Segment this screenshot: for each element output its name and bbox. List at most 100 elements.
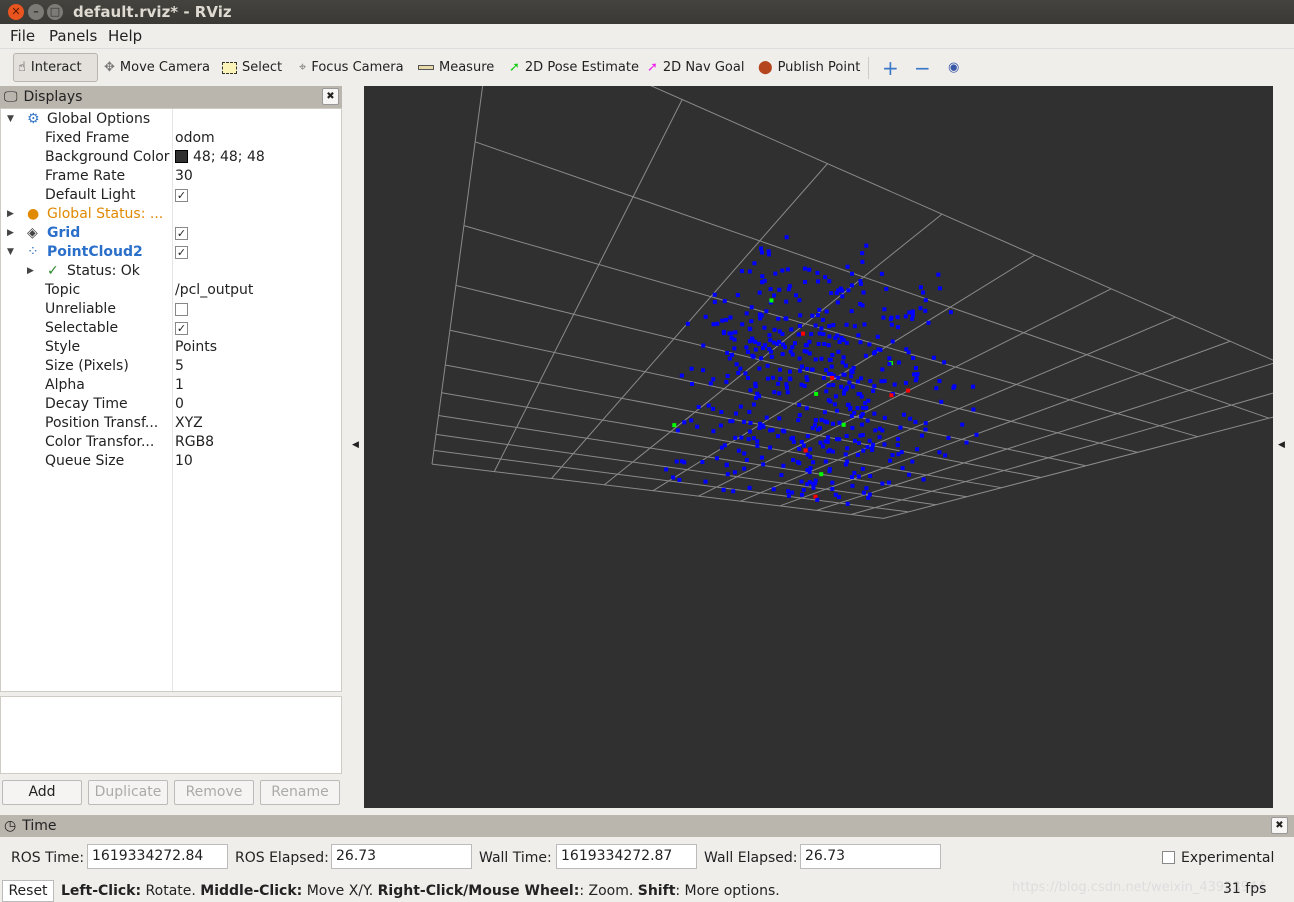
cloud-point <box>889 393 894 398</box>
expand-down-icon[interactable]: ▼ <box>7 114 14 124</box>
minus-icon: − <box>914 55 931 80</box>
tree-row[interactable]: ▼ ⁘ PointCloud2 ✓ <box>1 243 341 262</box>
maximize-window-button[interactable]: □ <box>47 4 63 20</box>
checkbox[interactable]: ✓ <box>175 245 188 259</box>
cloud-point <box>797 461 802 466</box>
tree-row[interactable]: Color Transfor... RGB8 <box>1 433 341 452</box>
expand-right-icon[interactable]: ▶ <box>27 266 34 276</box>
cloud-point <box>758 421 763 426</box>
measure-tool[interactable]: Measure <box>414 53 498 82</box>
hint-text: : Zoom. <box>579 883 638 899</box>
expand-right-icon[interactable]: ▶ <box>7 228 14 238</box>
ros-elapsed-field[interactable]: 26.73 <box>331 844 472 869</box>
cloud-point <box>703 314 708 319</box>
tree-row[interactable]: Background Color 48; 48; 48 <box>1 148 341 167</box>
tree-row[interactable]: Style Points <box>1 338 341 357</box>
close-time-panel-button[interactable]: ✖ <box>1271 817 1288 834</box>
tree-row[interactable]: Topic/pcl_output <box>1 281 341 300</box>
tree-row[interactable]: Alpha 1 <box>1 376 341 395</box>
expand-right-icon[interactable]: ▶ <box>7 209 14 219</box>
cloud-point <box>871 388 876 393</box>
cloud-point <box>680 459 685 464</box>
minimize-window-button[interactable]: – <box>28 4 44 20</box>
checkbox[interactable]: ✓ <box>175 321 188 335</box>
cloud-point <box>872 384 877 389</box>
cloud-point <box>882 415 887 420</box>
cloud-point <box>831 323 836 328</box>
menu-file[interactable]: File <box>10 27 35 45</box>
wall-time-field[interactable]: 1619334272.87 <box>556 844 697 869</box>
rename-button[interactable]: Rename <box>260 780 340 805</box>
cloud-point <box>825 439 830 444</box>
duplicate-button[interactable]: Duplicate <box>88 780 168 805</box>
cloud-point <box>827 279 832 284</box>
close-panel-button[interactable]: ✖ <box>322 88 339 105</box>
cloud-point <box>815 427 820 432</box>
tree-row[interactable]: Decay Time 0 <box>1 395 341 414</box>
2d-pose-estimate-tool[interactable]: ➚ 2D Pose Estimate <box>505 53 643 82</box>
row-value[interactable]: ✓ <box>175 187 188 203</box>
expand-down-icon[interactable]: ▼ <box>7 247 14 257</box>
add-button[interactable]: Add <box>2 780 82 805</box>
wall-elapsed-field[interactable]: 26.73 <box>800 844 941 869</box>
collapse-left-handle[interactable]: ◀ <box>352 440 359 450</box>
menu-help[interactable]: Help <box>108 27 142 45</box>
remove-tool-button[interactable]: − <box>910 53 935 82</box>
tree-row[interactable]: ▶ ● Global Status: ... <box>1 205 341 224</box>
row-value[interactable]: ✓ <box>175 320 188 336</box>
checkbox[interactable]: ✓ <box>175 226 188 240</box>
grid-line <box>463 225 1199 438</box>
menu-panels[interactable]: Panels <box>49 27 97 45</box>
tree-row[interactable]: Position Transf... XYZ <box>1 414 341 433</box>
cloud-point <box>771 340 776 345</box>
tree-row[interactable]: Queue Size 10 <box>1 452 341 471</box>
checkbox[interactable] <box>175 302 188 316</box>
collapse-right-handle[interactable]: ◀ <box>1278 440 1285 450</box>
close-window-button[interactable]: ✕ <box>8 4 24 20</box>
cloud-point <box>860 422 865 427</box>
ros-time-field[interactable]: 1619334272.84 <box>87 844 228 869</box>
cloud-point <box>791 458 796 463</box>
select-tool[interactable]: Select <box>218 53 286 82</box>
focus-camera-tool[interactable]: ⌖ Focus Camera <box>295 53 408 82</box>
move-camera-tool[interactable]: ✥ Move Camera <box>100 53 214 82</box>
cloud-point <box>918 285 923 290</box>
view-options-button[interactable]: ◉ <box>944 53 963 82</box>
tree-row[interactable]: Size (Pixels) 5 <box>1 357 341 376</box>
tree-row[interactable]: ▶ ◈ Grid ✓ <box>1 224 341 243</box>
cloud-point <box>834 291 839 296</box>
cloud-point <box>798 368 803 373</box>
tree-row[interactable]: ▶ ✓ Status: Ok <box>1 262 341 281</box>
tree-row[interactable]: Unreliable <box>1 300 341 319</box>
cloud-point <box>785 385 790 390</box>
tree-row[interactable]: Frame Rate 30 <box>1 167 341 186</box>
reset-button[interactable]: Reset <box>2 880 54 902</box>
tree-row[interactable]: Default Light ✓ <box>1 186 341 205</box>
tree-row[interactable]: Fixed Frame odom <box>1 129 341 148</box>
row-value[interactable] <box>175 301 188 317</box>
plus-icon: + <box>882 55 899 80</box>
cloud-point <box>797 413 802 418</box>
3d-viewport[interactable] <box>364 86 1273 808</box>
cloud-point <box>858 433 863 438</box>
cloud-point <box>867 438 872 443</box>
publish-point-tool[interactable]: ⬤ Publish Point <box>754 53 864 82</box>
experimental-checkbox[interactable] <box>1162 851 1175 864</box>
tree-row[interactable]: ▼ ⚙ Global Options <box>1 110 341 129</box>
checkbox[interactable]: ✓ <box>175 188 188 202</box>
row-value[interactable]: ✓ <box>175 225 188 241</box>
cloud-point <box>790 490 795 495</box>
scene-canvas[interactable] <box>364 86 1273 808</box>
add-tool-button[interactable]: + <box>878 53 903 82</box>
row-value[interactable]: ✓ <box>175 244 188 260</box>
cloud-point <box>923 308 928 313</box>
cloud-point <box>753 395 758 400</box>
tree-row[interactable]: Selectable ✓ <box>1 319 341 338</box>
2d-nav-goal-tool[interactable]: ➚ 2D Nav Goal <box>643 53 748 82</box>
interact-tool[interactable]: ☝ Interact <box>13 53 98 82</box>
row-value: 30 <box>175 168 193 184</box>
remove-button[interactable]: Remove <box>174 780 254 805</box>
cloud-point <box>685 321 690 326</box>
cloud-point <box>890 452 895 457</box>
cloud-point <box>768 428 773 433</box>
